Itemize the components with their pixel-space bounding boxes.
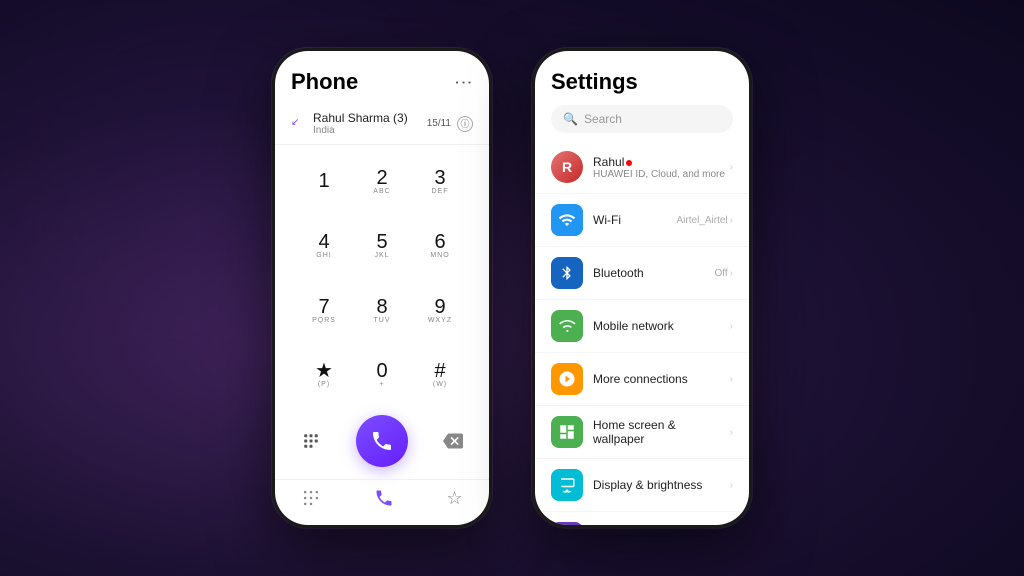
call-count: 15/11 [427,118,451,129]
wifi-icon [551,204,583,236]
key-0[interactable]: 0 + [353,343,411,408]
display-label: Display & brightness [593,478,730,492]
key-8[interactable]: 8 TUV [353,278,411,343]
display-icon [551,469,583,501]
homescreen-content: Home screen & wallpaper [593,418,730,446]
settings-header: Settings [535,51,749,105]
profile-avatar: R [551,151,583,183]
connections-icon [551,363,583,395]
settings-screen: Settings 🔍 Search R Rahul HUAWEI ID, Clo… [535,51,749,525]
settings-item-connections[interactable]: More connections › [535,353,749,406]
key-star[interactable]: ★ (P) [295,343,353,408]
settings-item-bluetooth[interactable]: Bluetooth Off › [535,247,749,300]
nav-call-icon[interactable] [374,488,394,513]
delete-icon[interactable] [437,425,469,457]
phone-dialer: Phone ⋮ ↙ Rahul Sharma (3) India 15/11 ⓘ [272,48,492,528]
mobile-network-icon [551,310,583,342]
key-1[interactable]: 1 [295,149,353,214]
phone-settings: Settings 🔍 Search R Rahul HUAWEI ID, Clo… [532,48,752,528]
wifi-content: Wi-Fi [593,213,677,227]
key-3[interactable]: 3 DEF [411,149,469,214]
key-6[interactable]: 6 MNO [411,214,469,279]
call-button[interactable] [356,415,408,467]
homescreen-icon [551,416,583,448]
profile-content: Rahul HUAWEI ID, Cloud, and more [593,155,730,180]
settings-item-display[interactable]: Display & brightness › [535,459,749,512]
chevron-right-icon: › [730,480,733,491]
dialer-title: Phone [291,69,358,95]
search-placeholder: Search [584,112,622,126]
notification-dot [626,160,632,166]
homescreen-label: Home screen & wallpaper [593,418,730,446]
settings-item-wifi[interactable]: Wi-Fi Airtel_Airtel › [535,194,749,247]
chevron-right-icon: › [730,374,733,385]
key-5[interactable]: 5 JKL [353,214,411,279]
key-2[interactable]: 2 ABC [353,149,411,214]
settings-item-sound[interactable]: Sounds & vibration › [535,512,749,525]
mobile-content: Mobile network [593,319,730,333]
chevron-right-icon: › [730,215,733,226]
wifi-label: Wi-Fi [593,213,677,227]
keypad: 1 2 ABC 3 DEF 4 GHI [275,149,489,407]
settings-item-homescreen[interactable]: Home screen & wallpaper › [535,406,749,459]
profile-name: Rahul [593,155,730,169]
dots-menu-icon[interactable]: ⋮ [453,74,474,94]
contact-country: India [313,125,408,136]
chevron-right-icon: › [730,268,733,279]
bluetooth-icon [551,257,583,289]
contact-info: Rahul Sharma (3) India [313,111,408,136]
settings-list: R Rahul HUAWEI ID, Cloud, and more › [535,141,749,525]
display-content: Display & brightness [593,478,730,492]
contact-right: 15/11 ⓘ [427,116,473,132]
bottom-navigation: ☆ [275,479,489,525]
wifi-status: Airtel_Airtel › [677,215,733,226]
key-hash[interactable]: # (W) [411,343,469,408]
settings-item-profile[interactable]: R Rahul HUAWEI ID, Cloud, and more › [535,141,749,194]
nav-dialpad-icon[interactable] [301,488,321,513]
missed-call-icon: ↙ [291,117,305,131]
chevron-right-icon: › [730,162,733,173]
dialer-header: Phone ⋮ [275,51,489,103]
info-button[interactable]: ⓘ [457,116,473,132]
key-9[interactable]: 9 WXYZ [411,278,469,343]
connections-label: More connections [593,372,730,386]
settings-title: Settings [551,69,638,94]
profile-sub: HUAWEI ID, Cloud, and more [593,169,730,180]
recent-contact-row[interactable]: ↙ Rahul Sharma (3) India 15/11 ⓘ [275,103,489,145]
chevron-right-icon: › [730,427,733,438]
settings-item-mobile[interactable]: Mobile network › [535,300,749,353]
mobile-label: Mobile network [593,319,730,333]
search-icon: 🔍 [563,112,578,126]
bluetooth-content: Bluetooth [593,266,715,280]
dialer-screen: Phone ⋮ ↙ Rahul Sharma (3) India 15/11 ⓘ [275,51,489,525]
contact-left: ↙ Rahul Sharma (3) India [291,111,408,136]
phones-container: Phone ⋮ ↙ Rahul Sharma (3) India 15/11 ⓘ [272,48,752,528]
bluetooth-label: Bluetooth [593,266,715,280]
dialer-actions [275,407,489,479]
chevron-right-icon: › [730,321,733,332]
settings-search-bar[interactable]: 🔍 Search [551,105,733,133]
contact-name: Rahul Sharma (3) [313,111,408,125]
key-7[interactable]: 7 PQRS [295,278,353,343]
nav-favorites-icon[interactable]: ☆ [447,488,463,513]
connections-content: More connections [593,372,730,386]
bluetooth-status: Off › [715,268,734,279]
key-4[interactable]: 4 GHI [295,214,353,279]
sound-icon [551,522,583,525]
dialpad-icon[interactable] [295,425,327,457]
